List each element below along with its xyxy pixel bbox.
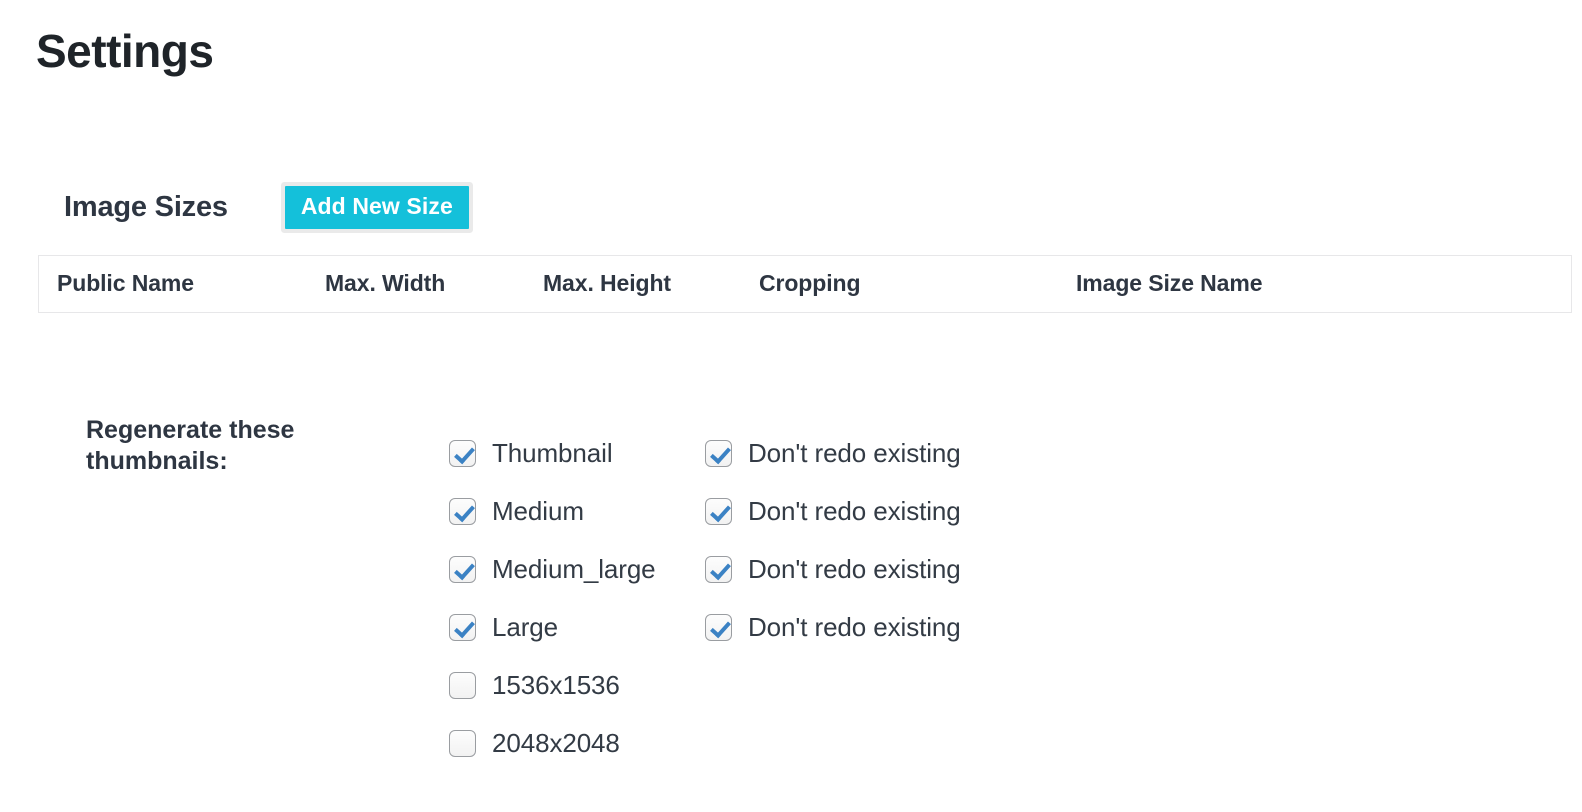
- checkbox-medium-large[interactable]: [449, 556, 476, 583]
- add-new-size-button[interactable]: Add New Size: [285, 186, 469, 229]
- regenerate-row: Thumbnail Don't redo existing: [449, 424, 961, 482]
- image-sizes-table: Public Name Max. Width Max. Height Cropp…: [38, 255, 1572, 313]
- label-large: Large: [492, 614, 558, 640]
- checkbox-dont-redo-existing-large[interactable]: [705, 614, 732, 641]
- column-header-max-height: Max. Height: [543, 256, 759, 312]
- thumbnail-size-option[interactable]: Thumbnail: [449, 440, 705, 467]
- dont-redo-existing-option-medium[interactable]: Don't redo existing: [705, 498, 961, 525]
- checkbox-2048x2048[interactable]: [449, 730, 476, 757]
- page-title: Settings: [36, 28, 213, 74]
- large-size-option[interactable]: Large: [449, 614, 705, 641]
- label-dont-redo-existing-large: Don't redo existing: [748, 614, 961, 640]
- column-header-image-size-name: Image Size Name: [1076, 256, 1571, 312]
- regenerate-row: 2048x2048: [449, 714, 961, 772]
- image-sizes-title: Image Sizes: [64, 193, 228, 222]
- label-dont-redo-existing-medium-large: Don't redo existing: [748, 556, 961, 582]
- dont-redo-existing-option-large[interactable]: Don't redo existing: [705, 614, 961, 641]
- label-1536x1536: 1536x1536: [492, 672, 620, 698]
- label-thumbnail: Thumbnail: [492, 440, 613, 466]
- checkbox-dont-redo-existing-medium[interactable]: [705, 498, 732, 525]
- checkbox-dont-redo-existing-thumbnail[interactable]: [705, 440, 732, 467]
- label-dont-redo-existing-medium: Don't redo existing: [748, 498, 961, 524]
- column-header-max-width: Max. Width: [325, 256, 543, 312]
- label-medium: Medium: [492, 498, 584, 524]
- column-header-cropping: Cropping: [759, 256, 1076, 312]
- regenerate-row: Large Don't redo existing: [449, 598, 961, 656]
- label-2048x2048: 2048x2048: [492, 730, 620, 756]
- checkbox-thumbnail[interactable]: [449, 440, 476, 467]
- regenerate-row: Medium_large Don't redo existing: [449, 540, 961, 598]
- regenerate-label-line-1: Regenerate these: [86, 416, 294, 444]
- label-dont-redo-existing-thumbnail: Don't redo existing: [748, 440, 961, 466]
- checkbox-dont-redo-existing-medium-large[interactable]: [705, 556, 732, 583]
- checkbox-medium[interactable]: [449, 498, 476, 525]
- regenerate-row: 1536x1536: [449, 656, 961, 714]
- regenerate-row: Medium Don't redo existing: [449, 482, 961, 540]
- dont-redo-existing-option-medium-large[interactable]: Don't redo existing: [705, 556, 961, 583]
- checkbox-large[interactable]: [449, 614, 476, 641]
- image-sizes-header: Image Sizes Add New Size: [64, 186, 469, 229]
- medium-size-option[interactable]: Medium: [449, 498, 705, 525]
- label-medium-large: Medium_large: [492, 556, 656, 582]
- column-header-public-name: Public Name: [39, 256, 325, 312]
- regenerate-thumbnail-options: Thumbnail Don't redo existing Medium Don…: [449, 424, 961, 772]
- medium-large-size-option[interactable]: Medium_large: [449, 556, 705, 583]
- checkbox-1536x1536[interactable]: [449, 672, 476, 699]
- regenerate-label-line-2: thumbnails:: [86, 447, 228, 475]
- dont-redo-existing-option-thumbnail[interactable]: Don't redo existing: [705, 440, 961, 467]
- size-2048-option[interactable]: 2048x2048: [449, 730, 705, 757]
- size-1536-option[interactable]: 1536x1536: [449, 672, 705, 699]
- regenerate-thumbnails-label: Regenerate these thumbnails:: [86, 415, 336, 476]
- table-header-row: Public Name Max. Width Max. Height Cropp…: [39, 256, 1571, 312]
